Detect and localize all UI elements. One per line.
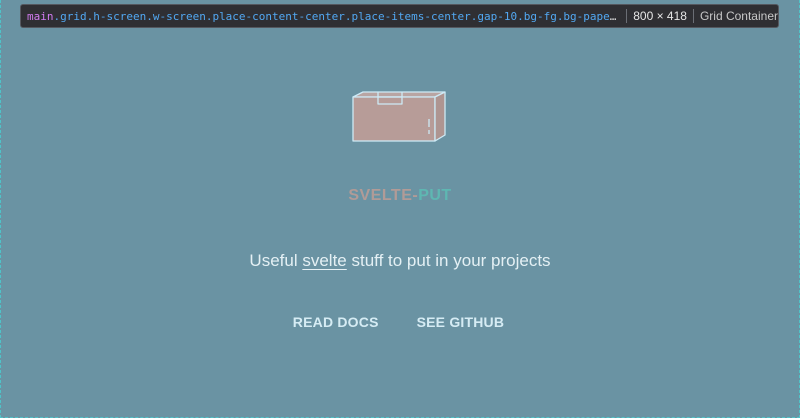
brand-title: SVELTE-PUT [0, 187, 800, 205]
grid-container-outline [0, 0, 800, 418]
tooltip-divider [692, 9, 694, 23]
devtools-inspector-tooltip: main.grid.h-screen.w-screen.place-conten… [20, 4, 779, 28]
action-links: READ DOCS SEE GITHUB [0, 314, 800, 330]
brand-title-part1: SVELTE- [348, 187, 419, 204]
brand-title-part2: PUT [418, 187, 452, 204]
read-docs-link[interactable]: READ DOCS [293, 314, 379, 330]
container-type: Grid Container [699, 9, 778, 23]
selector-tag: main [27, 9, 54, 23]
selector-classes: .grid.h-screen.w-screen.place-content-ce… [53, 9, 621, 23]
element-dimensions: 800 × 418 [633, 9, 687, 23]
tooltip-divider [626, 9, 628, 23]
see-github-link[interactable]: SEE GITHUB [417, 314, 505, 330]
tagline-text-after: stuff to put in your projects [346, 251, 551, 270]
element-selector: main.grid.h-screen.w-screen.place-conten… [21, 10, 620, 23]
tagline-text-before: Useful [249, 251, 303, 270]
tagline: Useful svelte stuff to put in your proje… [0, 251, 800, 271]
svelte-link[interactable]: svelte [302, 251, 346, 270]
box-icon [349, 86, 451, 146]
